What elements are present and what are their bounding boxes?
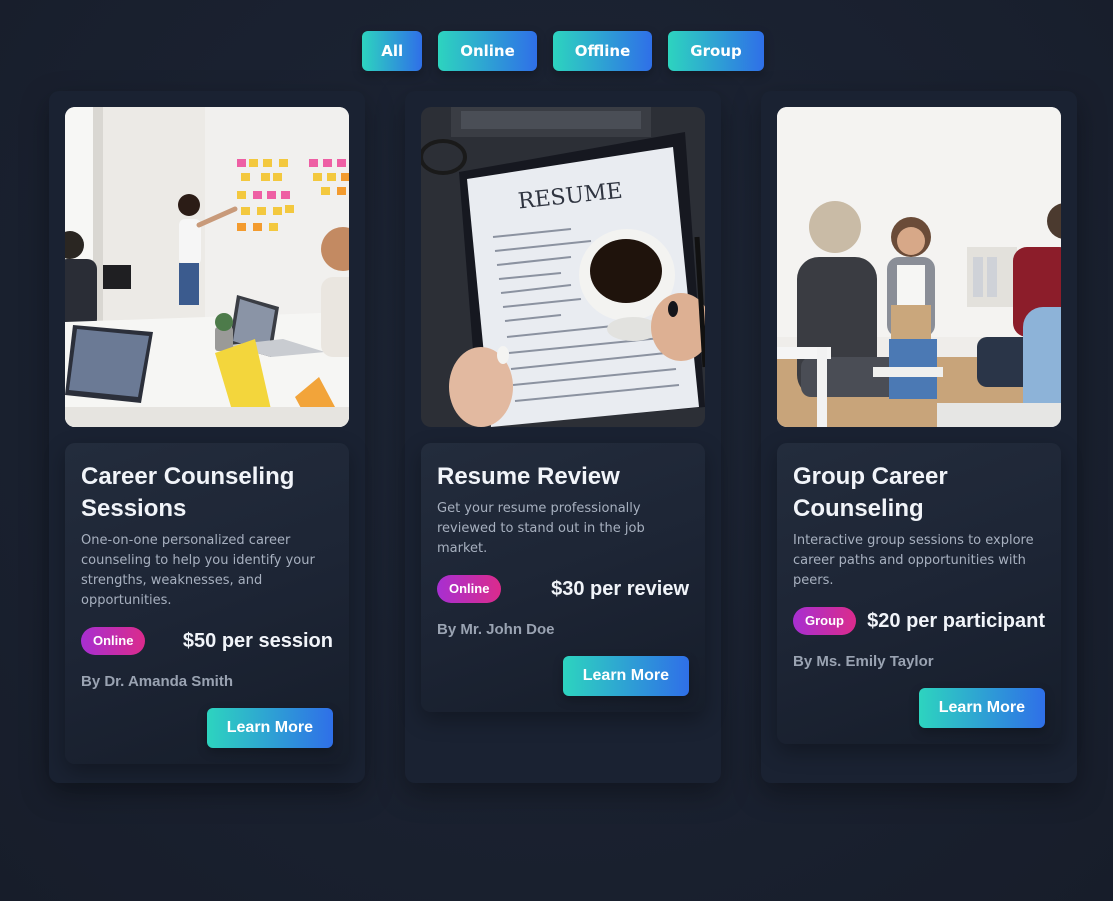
author: By Ms. Emily Taylor <box>793 653 934 670</box>
price: $20 per participant <box>867 609 1045 632</box>
filter-group-button[interactable]: Group <box>668 31 764 71</box>
price: $30 per review <box>551 577 689 600</box>
card-description: Interactive group sessions to explore ca… <box>793 533 1034 588</box>
author: By Dr. Amanda Smith <box>81 673 233 690</box>
group-session-photo <box>777 107 1061 427</box>
card-meta: Online $30 per review <box>437 575 689 603</box>
card-description: One-on-one personalized career counselin… <box>81 533 315 608</box>
mode-badge: Group <box>793 607 856 635</box>
card-content: Career Counseling Sessions One-on-one pe… <box>65 443 349 764</box>
resume-coffee-photo: RESUME <box>421 107 705 427</box>
card-content: Group Career Counseling Interactive grou… <box>777 443 1061 744</box>
service-card: Career Counseling Sessions One-on-one pe… <box>49 91 365 783</box>
price: $50 per session <box>182 629 333 652</box>
mode-badge: Online <box>437 575 502 603</box>
card-title: Resume Review <box>437 463 620 490</box>
group-session-image <box>777 107 1061 427</box>
resume-image: RESUME <box>421 107 705 427</box>
learn-more-button[interactable]: Learn More <box>918 688 1045 728</box>
card-meta: Online $50 per session <box>81 627 333 655</box>
mode-badge: Online <box>81 627 146 655</box>
filter-bar: All Online Offline Group <box>0 31 1113 71</box>
learn-more-button[interactable]: Learn More <box>562 656 689 696</box>
service-card: Group Career Counseling Interactive grou… <box>761 91 1077 783</box>
service-card: RESUME Resume Review Get your resume pro… <box>405 91 721 783</box>
team-meeting-image <box>65 107 349 427</box>
team-meeting-photo <box>65 107 349 427</box>
card-title: Group Career Counseling <box>793 463 948 522</box>
card-title: Career Counseling Sessions <box>81 463 295 522</box>
filter-all-button[interactable]: All <box>362 31 423 71</box>
card-meta: Group $20 per participant <box>793 607 1045 635</box>
filter-online-button[interactable]: Online <box>438 31 537 71</box>
author: By Mr. John Doe <box>437 621 555 638</box>
filter-offline-button[interactable]: Offline <box>552 31 653 71</box>
card-content: Resume Review Get your resume profession… <box>421 443 705 712</box>
card-description: Get your resume professionally reviewed … <box>437 501 645 556</box>
learn-more-button[interactable]: Learn More <box>206 708 333 748</box>
